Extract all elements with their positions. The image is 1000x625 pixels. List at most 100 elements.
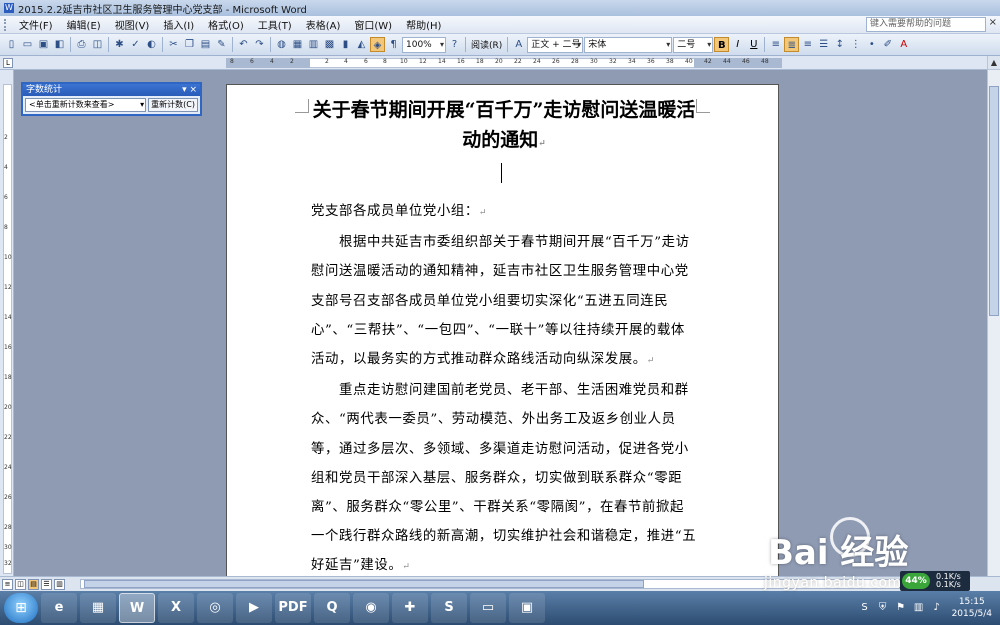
align-left-icon[interactable]: ≡ <box>768 37 783 52</box>
underline-button[interactable]: U <box>746 37 761 52</box>
copy-icon[interactable]: ❐ <box>182 37 197 52</box>
outline-view-icon[interactable]: ☰ <box>41 578 52 590</box>
font-size-select[interactable]: 二号 <box>673 36 714 53</box>
redo-icon[interactable]: ↷ <box>252 37 267 52</box>
reading-view-icon[interactable]: ▥ <box>54 578 65 590</box>
word-count-title-bar[interactable]: 字数统计 ▾ × <box>23 84 200 96</box>
document-title[interactable]: 关于春节期间开展“百千万”走访慰问送温暖活动的通知↵ <box>311 95 697 159</box>
menu-grip[interactable] <box>4 18 8 31</box>
start-button[interactable]: ⊞ <box>4 593 38 623</box>
toolbar-separator <box>232 37 233 52</box>
vertical-ruler[interactable]: 2 4 6 8 10 12 14 16 18 20 22 24 26 28 30… <box>0 70 14 576</box>
security-shield-icon[interactable]: ⛨ <box>876 601 890 615</box>
ime-icon[interactable]: S <box>858 601 872 615</box>
read-mode-button[interactable]: 阅读(R) <box>469 38 504 51</box>
line-spacing-icon[interactable]: ↕ <box>832 37 847 52</box>
bullets-icon[interactable]: • <box>864 37 879 52</box>
excel-icon[interactable]: X <box>158 593 194 623</box>
horizontal-scroll-thumb[interactable] <box>84 580 644 588</box>
translate-icon[interactable]: ◐ <box>144 37 159 52</box>
pdf-icon[interactable]: PDF <box>275 593 311 623</box>
print-layout-view-icon[interactable]: ▤ <box>28 578 39 590</box>
show-marks-icon[interactable]: ¶ <box>386 37 401 52</box>
open-folder-icon[interactable]: ▭ <box>20 37 35 52</box>
highlight-icon[interactable]: ✐ <box>880 37 895 52</box>
system-tray: S ⛨ ⚑ ▥ ♪ 15:15 2015/5/4 <box>856 591 1000 625</box>
tables-borders-icon[interactable]: ▦ <box>290 37 305 52</box>
menu-format[interactable]: 格式(O) <box>201 17 251 32</box>
tab-selector[interactable]: L <box>3 58 13 68</box>
network-icon[interactable]: ▥ <box>912 601 926 615</box>
format-painter-icon[interactable]: ✎ <box>214 37 229 52</box>
paragraph-1[interactable]: 根据中共延吉市委组织部关于春节期间开展“百千万”走访慰问送温暖活动的通知精神，延… <box>311 228 697 376</box>
print-icon[interactable]: ⎙ <box>74 37 89 52</box>
menu-insert[interactable]: 插入(I) <box>156 17 201 32</box>
paste-icon[interactable]: ▤ <box>198 37 213 52</box>
horizontal-ruler[interactable]: L 8 6 4 2 2 4 6 8 10 12 14 16 18 20 22 2… <box>0 56 1000 70</box>
web-view-icon[interactable]: ◫ <box>15 578 26 590</box>
document-map-icon[interactable]: ◈ <box>370 37 385 52</box>
help-search-input[interactable]: 键入需要帮助的问题 <box>866 17 986 32</box>
zoom-select[interactable]: 100% <box>402 36 446 53</box>
font-color-icon[interactable]: A <box>896 37 911 52</box>
cut-icon[interactable]: ✂ <box>166 37 181 52</box>
paragraph-2[interactable]: 重点走访慰问建国前老党员、老干部、生活困难党员和群众、“两代表一委员”、劳动模范… <box>311 376 697 576</box>
antivirus-icon[interactable]: ✚ <box>392 593 428 623</box>
word-count-select[interactable]: <单击重新计数来查看> <box>25 98 147 112</box>
bold-button[interactable]: B <box>714 37 730 52</box>
chat-icon[interactable]: ◎ <box>197 593 233 623</box>
spelling-icon[interactable]: ✓ <box>128 37 143 52</box>
folder-icon[interactable]: ▭ <box>470 593 506 623</box>
menu-table[interactable]: 表格(A) <box>299 17 348 32</box>
new-document-icon[interactable]: ▯ <box>4 37 19 52</box>
input-icon[interactable]: S <box>431 593 467 623</box>
insert-excel-icon[interactable]: ▩ <box>322 37 337 52</box>
vertical-scroll-thumb[interactable] <box>989 86 999 316</box>
player-icon[interactable]: ▶ <box>236 593 272 623</box>
drawing-icon[interactable]: ◭ <box>354 37 369 52</box>
undo-icon[interactable]: ↶ <box>236 37 251 52</box>
justify-icon[interactable]: ☰ <box>816 37 831 52</box>
columns-icon[interactable]: ▮ <box>338 37 353 52</box>
toolbar-separator <box>108 37 109 52</box>
menu-window[interactable]: 窗口(W) <box>347 17 399 32</box>
tool-icon[interactable]: ▣ <box>509 593 545 623</box>
normal-view-icon[interactable]: ≡ <box>2 578 13 590</box>
font-select[interactable]: 宋体 <box>584 36 673 53</box>
vertical-scrollbar[interactable]: ▲ <box>987 56 1000 576</box>
menu-tools[interactable]: 工具(T) <box>251 17 299 32</box>
browser-icon[interactable]: ◉ <box>353 593 389 623</box>
save-icon[interactable]: ▣ <box>36 37 51 52</box>
panel-options-close-icon[interactable]: ▾ × <box>182 84 197 96</box>
salutation[interactable]: 党支部各成员单位党小组：↵ <box>311 197 697 228</box>
volume-icon[interactable]: ♪ <box>930 601 944 615</box>
numbering-icon[interactable]: ⋮ <box>848 37 863 52</box>
menu-edit[interactable]: 编辑(E) <box>60 17 108 32</box>
styles-pane-icon[interactable]: A <box>511 37 526 52</box>
help-icon[interactable]: ? <box>447 37 462 52</box>
flag-icon[interactable]: ⚑ <box>894 601 908 615</box>
close-document-icon[interactable]: × <box>989 17 997 28</box>
ie-icon[interactable]: e <box>41 593 77 623</box>
align-right-icon[interactable]: ≡ <box>800 37 815 52</box>
qq-icon[interactable]: Q <box>314 593 350 623</box>
document-body[interactable]: 关于春节期间开展“百千万”走访慰问送温暖活动的通知↵ 党支部各成员单位党小组：↵… <box>311 95 697 576</box>
scroll-up-icon[interactable]: ▲ <box>988 56 1000 70</box>
menu-help[interactable]: 帮助(H) <box>399 17 448 32</box>
word-icon[interactable]: W <box>119 593 155 623</box>
recount-button[interactable]: 重新计数(C) <box>148 98 198 112</box>
italic-button[interactable]: I <box>730 37 745 52</box>
menu-view[interactable]: 视图(V) <box>108 17 157 32</box>
ruler-tick: 6 <box>364 58 368 65</box>
research-icon[interactable]: ✱ <box>112 37 127 52</box>
menu-file[interactable]: 文件(F) <box>12 17 60 32</box>
document-page[interactable]: 关于春节期间开展“百千万”走访慰问送温暖活动的通知↵ 党支部各成员单位党小组：↵… <box>226 84 779 576</box>
explorer-icon[interactable]: ▦ <box>80 593 116 623</box>
align-center-icon[interactable]: ≣ <box>784 37 800 52</box>
hyperlink-icon[interactable]: ◍ <box>274 37 289 52</box>
clock[interactable]: 15:15 2015/5/4 <box>952 596 992 620</box>
style-select[interactable]: 正文 + 二号 <box>527 36 584 53</box>
insert-table-icon[interactable]: ▥ <box>306 37 321 52</box>
print-preview-icon[interactable]: ◫ <box>90 37 105 52</box>
permission-icon[interactable]: ◧ <box>52 37 67 52</box>
